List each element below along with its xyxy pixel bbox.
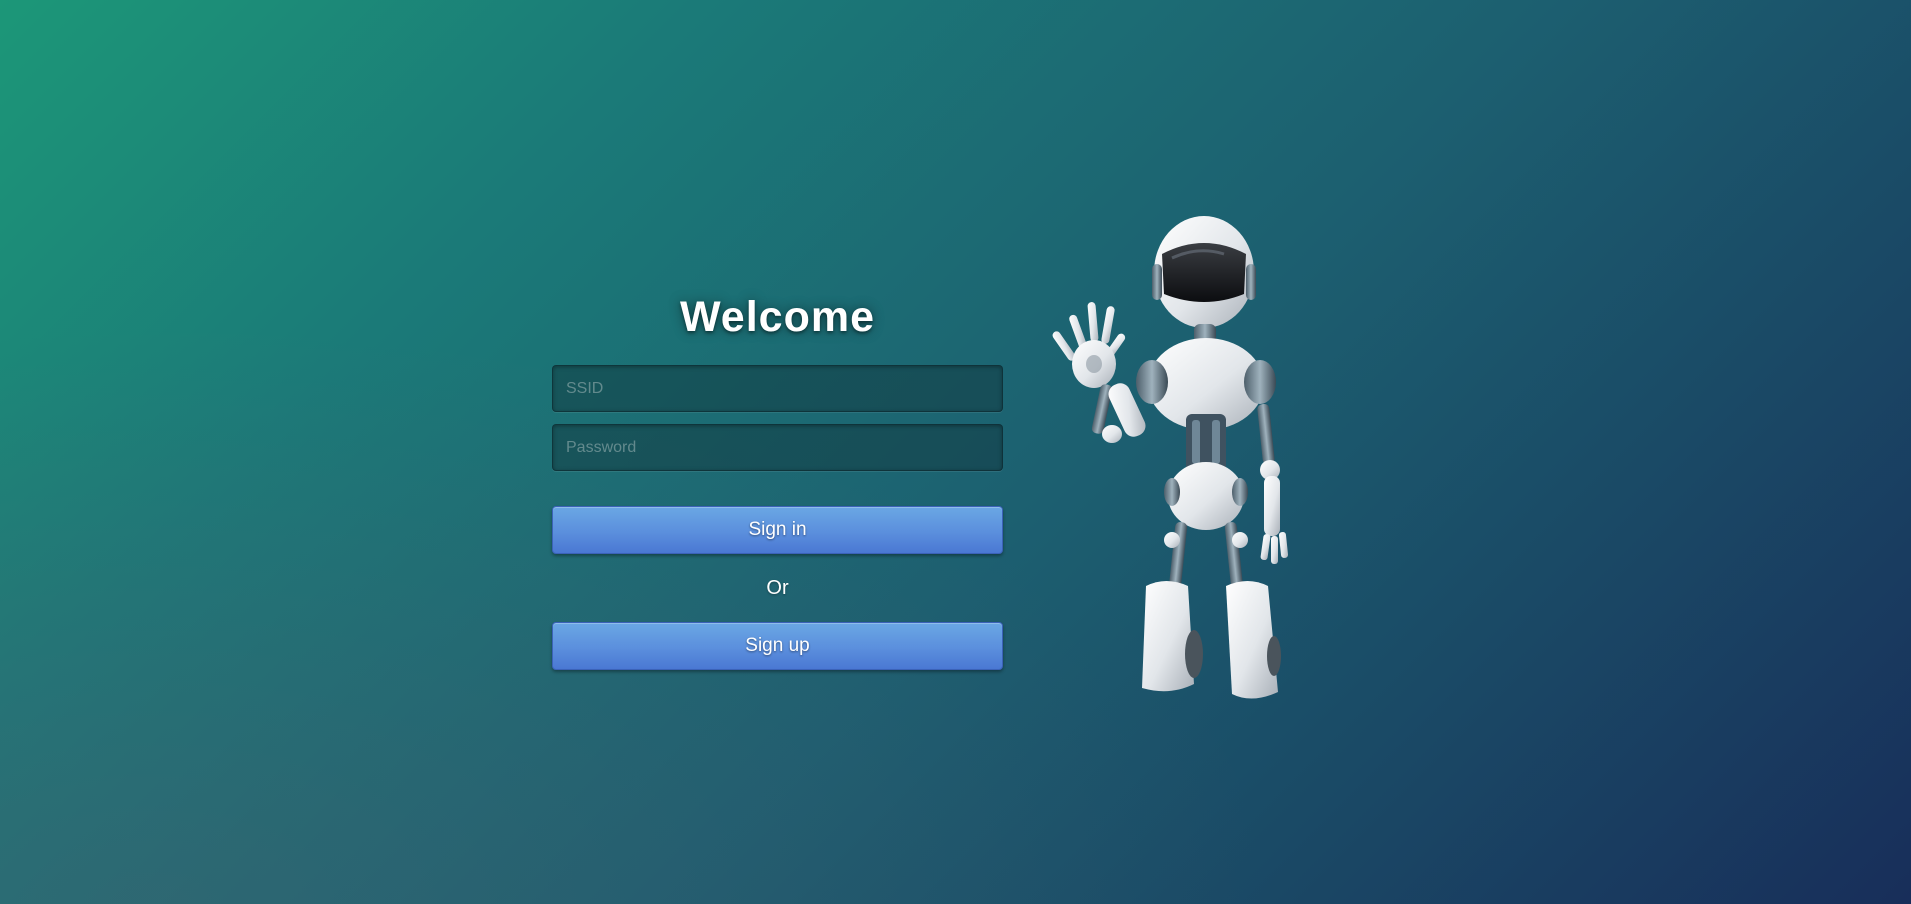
sign-up-button[interactable]: Sign up: [552, 622, 1003, 670]
robot-right-arm: [1257, 404, 1289, 564]
robot-legs: [1142, 522, 1281, 699]
robot-head: [1152, 216, 1256, 344]
ssid-input[interactable]: [552, 365, 1003, 412]
password-input[interactable]: [552, 424, 1003, 471]
login-form: Welcome Sign in Or Sign up: [552, 280, 1003, 670]
robot-torso: [1136, 338, 1276, 530]
page-title: Welcome: [680, 293, 875, 341]
or-separator: Or: [766, 577, 789, 599]
robot-hand: [1052, 302, 1126, 388]
sign-in-button[interactable]: Sign in: [552, 506, 1003, 554]
robot-illustration: [1052, 216, 1289, 699]
